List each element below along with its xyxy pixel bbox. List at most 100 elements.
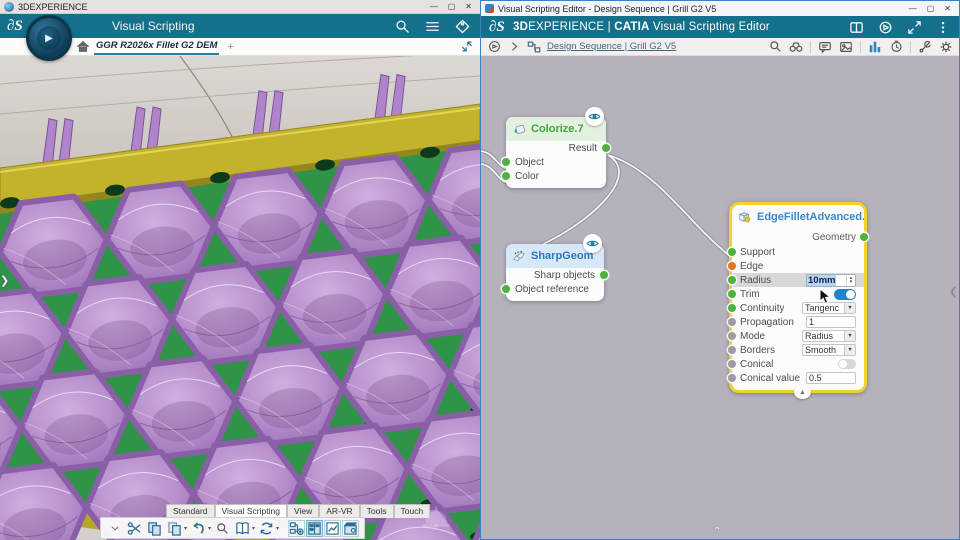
- conical-toggle[interactable]: [838, 359, 856, 369]
- port-geometry[interactable]: Geometry: [732, 229, 868, 245]
- minimize-button[interactable]: —: [909, 4, 917, 13]
- port-borders[interactable]: Borders Smooth ▼: [728, 343, 864, 357]
- port-dot-color[interactable]: [502, 172, 510, 180]
- port-dot-mode[interactable]: [728, 332, 736, 340]
- tab-standard[interactable]: Standard: [166, 504, 215, 518]
- panel-expander-right-icon[interactable]: ❮: [949, 285, 958, 298]
- minimize-button[interactable]: —: [430, 2, 438, 11]
- port-support[interactable]: Support: [728, 245, 864, 259]
- update-dropdown-icon[interactable]: ▾: [276, 525, 279, 532]
- port-conical-value[interactable]: Conical value 0.5: [728, 371, 864, 385]
- tab-visual-scripting[interactable]: Visual Scripting: [214, 504, 287, 518]
- port-dot-conical-value[interactable]: [728, 374, 736, 382]
- fullscreen-icon[interactable]: [906, 19, 922, 35]
- conical-value-input[interactable]: 0.5: [806, 372, 856, 384]
- script-canvas[interactable]: Colorize.7 Result Object Color SharpGeom: [481, 56, 959, 539]
- port-dot-edge[interactable]: [728, 262, 736, 270]
- port-dot-object-reference[interactable]: [502, 285, 510, 293]
- port-edge[interactable]: Edge: [728, 259, 864, 273]
- image-icon[interactable]: [839, 40, 853, 54]
- port-dot-radius[interactable]: [728, 276, 736, 284]
- visibility-eye-icon[interactable]: [585, 107, 604, 126]
- port-radius[interactable]: Radius 10mm ▲ ▼: [728, 273, 864, 287]
- 3dplay-icon[interactable]: [877, 19, 893, 35]
- port-continuity[interactable]: Continuity Tangenc ▼: [728, 301, 864, 315]
- catalog-dropdown-icon[interactable]: ▾: [252, 525, 255, 532]
- port-dot-object[interactable]: [502, 158, 510, 166]
- port-dot-support[interactable]: [728, 248, 736, 256]
- panel-expander-bottom-icon[interactable]: ⌃: [713, 526, 721, 537]
- note-icon[interactable]: [818, 40, 832, 54]
- 3d-viewport[interactable]: ❯ Standard Visual Scripting View AR-VR T…: [0, 56, 480, 540]
- tab-touch[interactable]: Touch: [393, 504, 431, 518]
- tag-icon[interactable]: [454, 18, 470, 34]
- tab-tools[interactable]: Tools: [359, 504, 394, 518]
- port-dot-result[interactable]: [602, 144, 610, 152]
- port-color[interactable]: Color: [502, 169, 606, 183]
- port-dot-propagation[interactable]: [728, 318, 736, 326]
- undo-dropdown-icon[interactable]: ▾: [208, 525, 211, 532]
- paste-icon[interactable]: [166, 520, 183, 537]
- close-button[interactable]: ✕: [944, 4, 951, 13]
- port-dot-borders[interactable]: [728, 346, 736, 354]
- port-dot-geometry[interactable]: [860, 233, 868, 241]
- more-menu-icon[interactable]: [935, 19, 951, 35]
- port-dot-trim[interactable]: [728, 290, 736, 298]
- home-icon[interactable]: [76, 40, 90, 54]
- node-edgefillet[interactable]: EdgeFilletAdvanced. Geometry Support Edg…: [728, 202, 868, 399]
- settings-gear-icon[interactable]: [939, 40, 953, 54]
- radius-input[interactable]: 10mm ▲ ▼: [806, 273, 856, 287]
- maximize-button[interactable]: ▢: [927, 4, 935, 13]
- mode-dropdown[interactable]: Radius ▼: [802, 330, 856, 342]
- node-sharpgeom[interactable]: SharpGeom Sharp objects Object reference: [502, 234, 608, 301]
- document-tab[interactable]: GGR R2026x Fillet G2 DEM: [94, 39, 220, 55]
- catalog-icon[interactable]: [234, 520, 251, 537]
- tools-icon[interactable]: [918, 40, 932, 54]
- panel-expander-left-icon[interactable]: ❯: [0, 274, 9, 287]
- borders-dropdown[interactable]: Smooth ▼: [802, 344, 856, 356]
- zoom-icon[interactable]: [214, 520, 231, 537]
- collapse-corner-icon[interactable]: [460, 40, 474, 54]
- session-icon[interactable]: [487, 40, 501, 54]
- port-propagation[interactable]: Propagation 1: [728, 315, 864, 329]
- script-editor-icon[interactable]: [306, 519, 324, 537]
- history-icon[interactable]: [889, 40, 903, 54]
- menu-icon[interactable]: [424, 18, 440, 34]
- port-dot-continuity[interactable]: [728, 304, 736, 312]
- port-dot-conical[interactable]: [728, 360, 736, 368]
- port-result[interactable]: Result: [506, 141, 610, 155]
- port-dot-sharp-objects[interactable]: [600, 271, 608, 279]
- port-trim[interactable]: Trim: [728, 287, 864, 301]
- expand-toolbar-icon[interactable]: [106, 520, 123, 537]
- tab-ar-vr[interactable]: AR-VR: [319, 504, 360, 518]
- close-button[interactable]: ✕: [465, 2, 472, 11]
- new-script-icon[interactable]: [288, 519, 306, 537]
- paste-dropdown-icon[interactable]: ▾: [184, 525, 187, 532]
- collapse-node-icon[interactable]: ▲: [794, 385, 811, 399]
- tab-view[interactable]: View: [286, 504, 320, 518]
- panels-icon[interactable]: [848, 19, 864, 35]
- visibility-eye-icon[interactable]: [583, 234, 602, 253]
- script-node-icon[interactable]: [527, 40, 541, 54]
- undo-icon[interactable]: [190, 520, 207, 537]
- node-colorize[interactable]: Colorize.7 Result Object Color: [502, 107, 610, 188]
- cut-icon[interactable]: [126, 520, 143, 537]
- layout-columns-icon[interactable]: [868, 40, 882, 54]
- new-tab-button[interactable]: +: [227, 41, 233, 53]
- port-object-reference[interactable]: Object reference: [502, 282, 604, 296]
- copy-icon[interactable]: [146, 520, 163, 537]
- compass-icon[interactable]: ▶: [26, 15, 72, 61]
- update-icon[interactable]: [258, 520, 275, 537]
- simulation-icon[interactable]: [342, 519, 360, 537]
- maximize-button[interactable]: ▢: [448, 2, 456, 11]
- port-object[interactable]: Object: [502, 155, 606, 169]
- plot-icon[interactable]: [324, 519, 342, 537]
- chevron-right-icon[interactable]: [507, 40, 521, 54]
- search-icon[interactable]: [394, 18, 410, 34]
- zoom-tool-icon[interactable]: [768, 40, 782, 54]
- port-conical[interactable]: Conical: [728, 357, 864, 371]
- port-sharp-objects[interactable]: Sharp objects: [506, 268, 608, 282]
- propagation-input[interactable]: 1: [806, 316, 856, 328]
- radius-spinner[interactable]: ▲ ▼: [846, 274, 855, 286]
- breadcrumb[interactable]: Design Sequence | Grill G2 V5: [547, 41, 676, 52]
